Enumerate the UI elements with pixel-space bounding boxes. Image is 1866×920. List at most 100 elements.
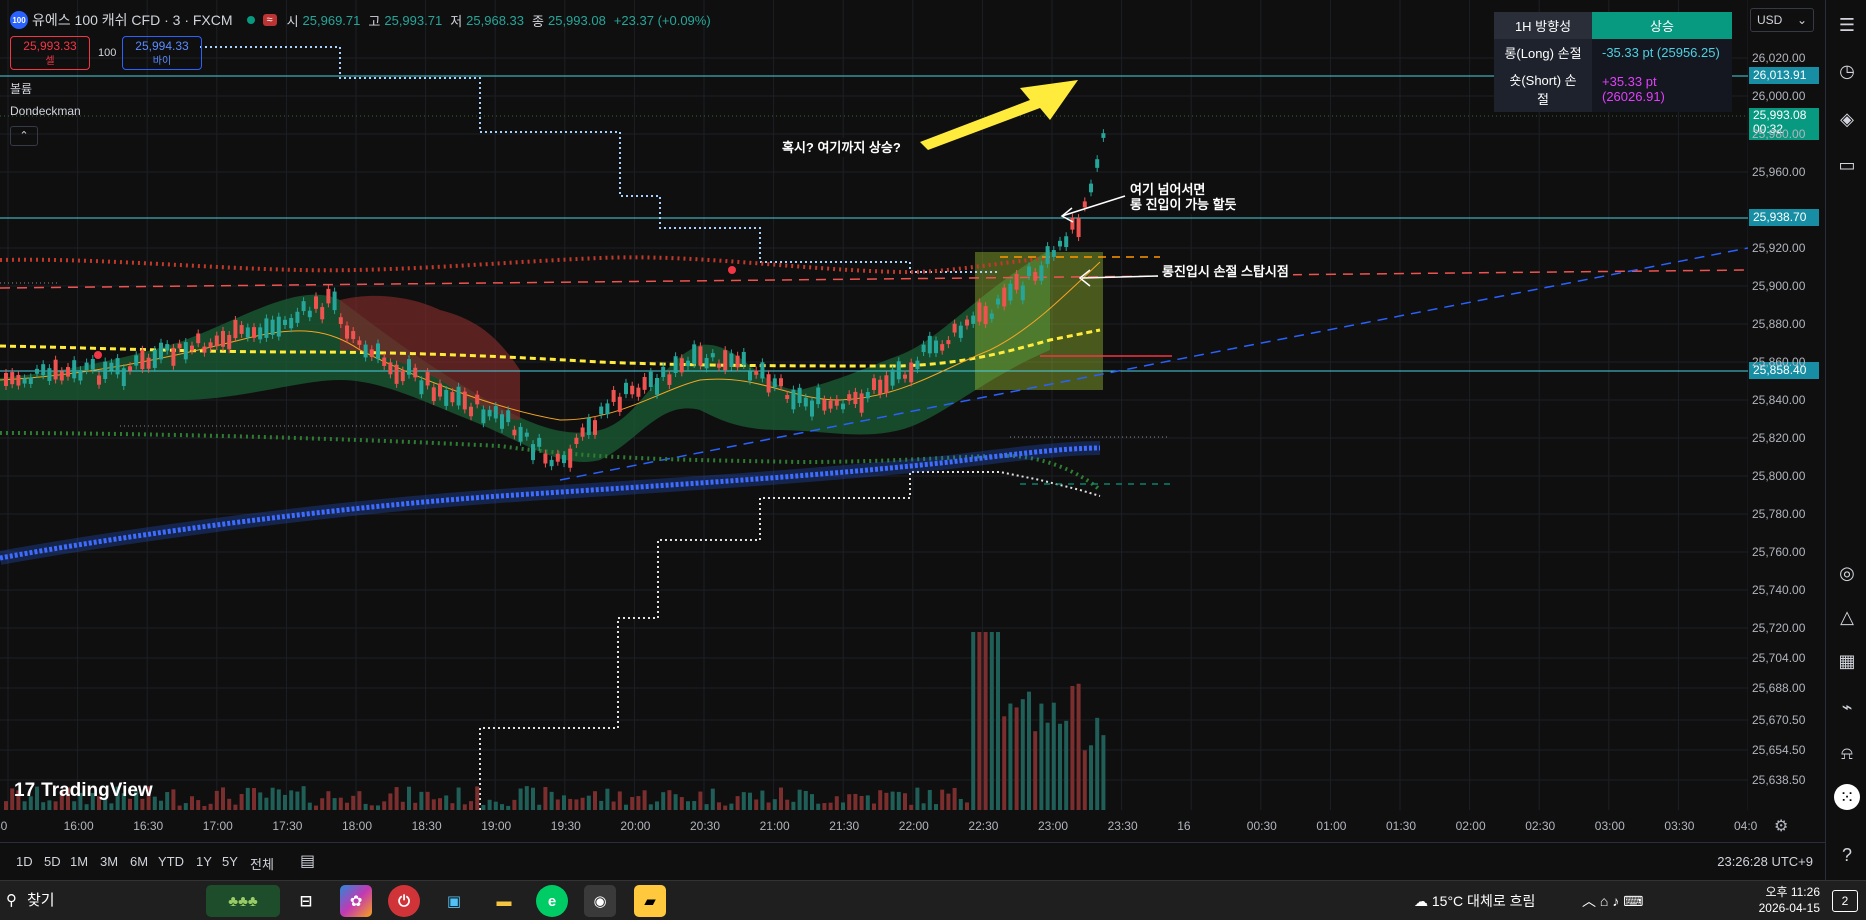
copilot-icon[interactable]: ✿ (340, 885, 372, 917)
annotation-breakout[interactable]: 여기 넘어서면 롱 진입이 가능 할듯 (1126, 180, 1241, 214)
volume-bar (413, 802, 418, 810)
price-axis[interactable]: 26,013.91 25,993.08 00:32 25,938.70 25,8… (1748, 0, 1825, 810)
range-button-6M[interactable]: 6M (130, 854, 148, 869)
taskbar-search[interactable]: ⚲ 찾기 (6, 889, 55, 910)
range-button-전체[interactable]: 전체 (250, 854, 274, 873)
layers-icon[interactable]: ◈ (1834, 106, 1860, 132)
chart-clock[interactable]: 23:26:28 UTC+9 (1717, 854, 1813, 869)
candle-body (754, 370, 759, 375)
edge-icon[interactable]: e (536, 885, 568, 917)
candle-body (593, 420, 597, 435)
mountain-icon[interactable]: △ (1834, 604, 1860, 630)
system-tray[interactable]: ︿ ⌂ ♪ ⌨ (1582, 891, 1643, 911)
time-tick-label: 21:00 (759, 819, 790, 833)
price-tick-label: 25,638.50 (1752, 773, 1806, 787)
chart-area[interactable]: 100 유에스 100 캐쉬 CFD · 3 · FXCM ≈ 시 25,969.… (0, 0, 1748, 810)
range-button-3M[interactable]: 3M (100, 854, 118, 869)
apps-grid-icon[interactable]: ⁙ (1834, 784, 1860, 810)
watchlist-icon[interactable]: ☰ (1834, 12, 1860, 38)
notification-center-button[interactable]: 2 (1832, 890, 1858, 912)
candle-body (580, 427, 585, 437)
candle-body (140, 349, 145, 370)
volume-bar (599, 800, 604, 810)
collapse-indicators-button[interactable]: ⌃ (10, 126, 38, 146)
symbol-title[interactable]: 유에스 100 캐쉬 CFD · 3 · FXCM (32, 10, 233, 30)
volume-bar (1002, 716, 1007, 810)
taskbar-time: 오후 11:26 (1765, 885, 1820, 899)
candle-body (698, 346, 703, 366)
alerts-clock-icon[interactable]: ◷ (1834, 58, 1860, 84)
broadcast-icon[interactable]: ⌁ (1834, 694, 1860, 720)
range-button-5Y[interactable]: 5Y (222, 854, 238, 869)
sell-button[interactable]: 25,993.33 셀 (10, 36, 90, 70)
annotation-breakout-line1: 여기 넘어서면 (1130, 182, 1206, 197)
store-icon[interactable]: ▣ (438, 885, 470, 917)
power-app-icon[interactable]: ⏻ (388, 885, 420, 917)
taskbar-forest-widget[interactable]: ♣♣♣ (206, 885, 280, 917)
green-cloud (0, 250, 1050, 462)
close-value: 25,993.08 (547, 12, 606, 28)
range-button-1M[interactable]: 1M (70, 854, 88, 869)
network-icon: ⌂ (1599, 893, 1609, 909)
chat-icon[interactable]: ▭ (1834, 152, 1860, 178)
candle-body (940, 344, 945, 351)
range-button-1Y[interactable]: 1Y (196, 854, 212, 869)
sticky-notes-icon[interactable]: ▰ (634, 885, 666, 917)
range-button-YTD[interactable]: YTD (158, 854, 184, 869)
chrome-icon[interactable]: ◉ (584, 885, 616, 917)
currency-select[interactable]: USD ⌄ (1750, 8, 1814, 32)
candle-body (791, 389, 796, 410)
direction-label: 1H 방향성 (1494, 12, 1592, 39)
candle-body (617, 396, 622, 412)
volume-indicator-label[interactable]: 볼륨 (10, 80, 32, 97)
candle-body (1064, 236, 1069, 247)
task-view-icon[interactable]: ⊟ (290, 885, 322, 917)
volume-bar (655, 801, 659, 810)
volume-bar (487, 799, 492, 810)
annotation-up-question[interactable]: 혹시? 여기까지 상승? (778, 138, 905, 157)
annotation-stop-point[interactable]: 롱진입시 손절 스탑시점 (1158, 262, 1293, 281)
candle-body (971, 315, 976, 324)
volume-bar (1033, 731, 1038, 810)
file-explorer-icon[interactable]: ▬ (488, 885, 520, 917)
candle-body (97, 375, 101, 385)
dondeckman-indicator-label[interactable]: Dondeckman (10, 104, 81, 118)
help-icon[interactable]: ? (1834, 842, 1860, 868)
candle-body (958, 325, 963, 338)
candle-body (965, 319, 969, 326)
target-icon[interactable]: ◎ (1834, 560, 1860, 586)
candle-body (673, 356, 678, 373)
calendar-range-icon[interactable]: ▤ (300, 851, 315, 871)
candle-body (1045, 246, 1050, 264)
settings-gear-icon[interactable]: ⚙ (1774, 816, 1788, 836)
wave-icon[interactable]: ≈ (262, 14, 277, 26)
candle-body (667, 374, 672, 385)
taskbar-clock[interactable]: 오후 11:26 2026-04-15 (1740, 884, 1820, 916)
candle-body (574, 437, 579, 445)
volume-bar (1089, 745, 1093, 810)
volume-bar (357, 791, 362, 810)
volume-bar (4, 801, 8, 810)
quantity-field[interactable]: 100 (98, 47, 116, 59)
volume-bar (996, 632, 1000, 810)
candle-body (227, 334, 232, 350)
candle-body (661, 366, 666, 378)
price-chart[interactable] (0, 0, 1748, 810)
buy-button[interactable]: 25,994.33 바이 (122, 36, 202, 70)
volume-bar (586, 795, 591, 810)
volume-bar (531, 787, 535, 810)
tradingview-logo[interactable]: 17 TradingView (14, 780, 153, 802)
volume-bar (196, 800, 201, 810)
calendar-icon[interactable]: ▦ (1834, 648, 1860, 674)
volume-bar (915, 787, 920, 810)
candle-body (239, 325, 244, 334)
volume-bar (326, 791, 331, 810)
weather-widget[interactable]: ☁ 15°C 대체로 흐림 (1414, 891, 1535, 911)
bell-icon[interactable]: ⍾ (1834, 740, 1860, 766)
time-tick-label: 01:30 (1386, 819, 1417, 833)
range-button-5D[interactable]: 5D (44, 854, 61, 869)
candle-body (636, 387, 641, 397)
time-axis[interactable]: ⚙ 30 16:00 16:30 17:00 17:30 18:00 18:30 19:00 1… (0, 810, 1825, 842)
time-tick-label: 20:00 (620, 819, 651, 833)
range-button-1D[interactable]: 1D (16, 854, 33, 869)
